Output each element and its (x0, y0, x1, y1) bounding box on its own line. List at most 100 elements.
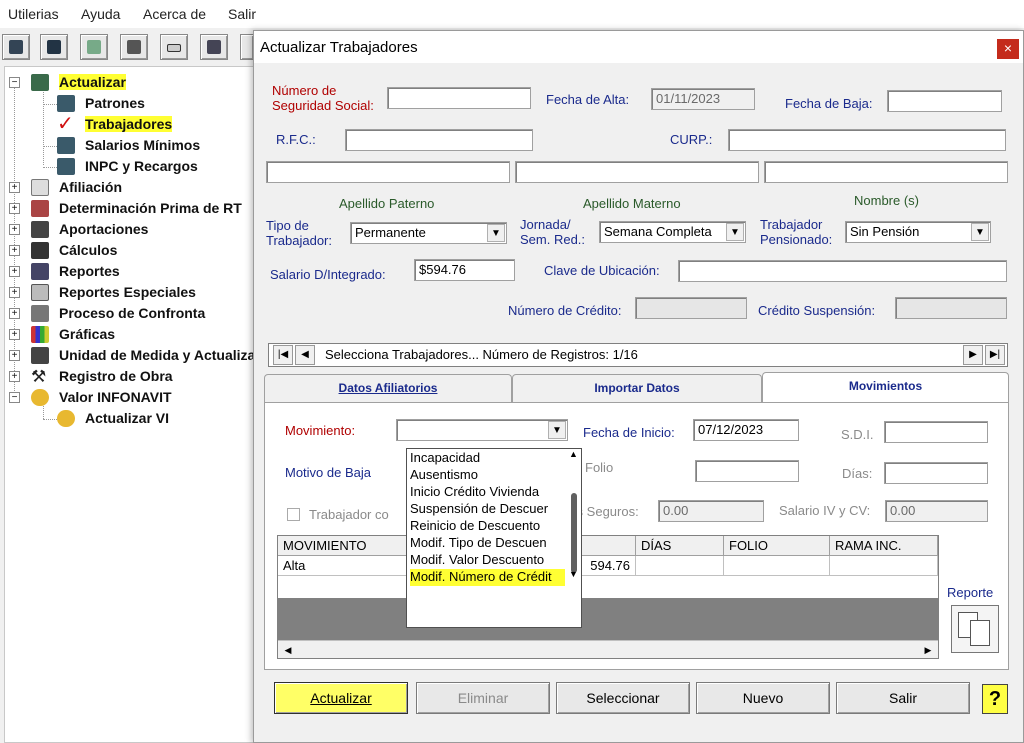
motivo-baja-label: Motivo de Baja (285, 465, 371, 480)
folio-field[interactable] (695, 460, 799, 482)
tab-movimientos[interactable]: Movimientos (762, 372, 1009, 402)
dropdown-option[interactable]: Suspensión de Descuer (410, 501, 565, 518)
fecha-alta-field[interactable]: 01/11/2023 (651, 88, 755, 110)
salario-iv-label: Salario IV y CV: (779, 503, 871, 518)
toolbar-overflow-icon[interactable] (240, 34, 254, 60)
dropdown-option[interactable]: Incapacidad (410, 450, 565, 467)
menu-utilerias[interactable]: Utilerias (8, 6, 59, 22)
apellido-materno-label: Apellido Materno (583, 196, 681, 211)
grid-header[interactable]: FOLIO (724, 536, 830, 556)
fecha-alta-label: Fecha de Alta: (546, 92, 630, 107)
globe-icon[interactable] (80, 34, 108, 60)
menu-bar: Utilerias Ayuda Acerca de Salir (0, 0, 1024, 28)
actualizar-button[interactable]: Actualizar (274, 682, 408, 714)
salario-field[interactable]: $594.76 (414, 259, 515, 281)
scroll-down-icon: ▼ (569, 569, 578, 579)
movimiento-select[interactable]: ▼ (396, 419, 568, 441)
clave-ubicacion-field[interactable] (678, 260, 1007, 282)
sdi-label: S.D.I. (841, 427, 874, 442)
first-record-icon[interactable]: |◀ (273, 345, 293, 365)
dropdown-option[interactable]: Ausentismo (410, 467, 565, 484)
numero-credito-field[interactable] (635, 297, 747, 319)
next-record-icon[interactable]: ▶ (963, 345, 983, 365)
prev-record-icon[interactable]: ◀ (295, 345, 315, 365)
menu-acerca-de[interactable]: Acerca de (143, 6, 206, 22)
coin-icon (57, 410, 75, 427)
chart-icon[interactable] (40, 34, 68, 60)
expand-icon: + (9, 245, 20, 256)
clave-ubicacion-label: Clave de Ubicación: (544, 263, 660, 278)
curp-field[interactable] (728, 129, 1006, 151)
fecha-inicio-field[interactable]: 07/12/2023 (693, 419, 799, 441)
salir-button[interactable]: Salir (836, 682, 970, 714)
movimientos-panel: Movimiento: ▼ Fecha de Inicio: 07/12/202… (264, 402, 1009, 670)
employers-icon (57, 95, 75, 112)
chevron-down-icon: ▼ (726, 223, 744, 241)
navigation-tree: − Actualizar Patrones ✓ Trabajadores Sal… (4, 66, 256, 743)
bar-chart-icon (31, 326, 49, 343)
grid-header[interactable]: DÍAS (636, 536, 724, 556)
dias-field[interactable] (884, 462, 988, 484)
apellido-paterno-field[interactable] (266, 161, 510, 183)
fecha-baja-field[interactable] (887, 90, 1002, 112)
compare-icon (31, 305, 49, 322)
grid-cell[interactable] (636, 556, 724, 576)
actualizar-trabajadores-dialog: Actualizar Trabajadores × Número de Segu… (253, 30, 1024, 743)
print-icon[interactable] (200, 34, 228, 60)
help-icon[interactable]: ? (982, 684, 1008, 714)
tab-datos-afiliatorios[interactable]: Datos Afiliatorios (264, 374, 512, 402)
save-icon[interactable] (120, 34, 148, 60)
dropdown-scrollbar[interactable]: ▲ ▼ (567, 449, 581, 627)
nombre-field[interactable] (764, 161, 1008, 183)
dropdown-option-selected[interactable]: Modif. Número de Crédit (410, 569, 565, 586)
grid-horizontal-scrollbar[interactable]: ◀ ▶ (278, 640, 938, 658)
menu-ayuda[interactable]: Ayuda (81, 6, 120, 22)
grid-header[interactable]: MOVIMIENTO (278, 536, 409, 556)
chevron-down-icon: ▼ (487, 224, 505, 242)
dias-label: Días: (842, 466, 873, 481)
eraser-icon[interactable] (160, 34, 188, 60)
grid-cell[interactable] (830, 556, 938, 576)
grid-cell[interactable]: Alta (278, 556, 409, 576)
trabajador-checkbox[interactable] (287, 508, 300, 521)
dialog-title: Actualizar Trabajadores (260, 39, 418, 56)
close-icon[interactable]: × (997, 39, 1019, 59)
dropdown-option[interactable]: Reinicio de Descuento (410, 518, 565, 535)
otros-seguros-field[interactable]: 0.00 (658, 500, 764, 522)
dropdown-option[interactable]: Inicio Crédito Vivienda (410, 484, 565, 501)
sdi-field[interactable] (884, 421, 988, 443)
rfc-field[interactable] (345, 129, 533, 151)
credito-suspension-field[interactable] (895, 297, 1007, 319)
expand-icon: + (9, 329, 20, 340)
search-icon[interactable] (2, 34, 30, 60)
folio-label: Folio (585, 460, 614, 475)
numero-credito-label: Número de Crédito: (508, 303, 622, 318)
navigator-text: Selecciona Trabajadores... Número de Reg… (325, 347, 638, 362)
expand-icon: + (9, 224, 20, 235)
report-icon[interactable] (951, 605, 999, 653)
pensionado-label: Trabajador Pensionado: (760, 217, 833, 247)
nuevo-button[interactable]: Nuevo (696, 682, 830, 714)
salario-iv-field[interactable]: 0.00 (885, 500, 988, 522)
toolbar (0, 30, 260, 64)
jornada-select[interactable]: Semana Completa ▼ (599, 221, 746, 243)
apellido-materno-field[interactable] (515, 161, 759, 183)
dropdown-option[interactable]: Modif. Tipo de Descuen (410, 535, 565, 552)
last-record-icon[interactable]: ▶| (985, 345, 1005, 365)
tools-icon: ⚒ (31, 367, 47, 386)
grid-header[interactable]: RAMA INC. (830, 536, 938, 556)
money-icon (31, 221, 49, 238)
tipo-trabajador-select[interactable]: Permanente ▼ (350, 222, 507, 244)
menu-salir[interactable]: Salir (228, 6, 256, 22)
dropdown-option[interactable]: Modif. Valor Descuento (410, 552, 565, 569)
pensionado-select[interactable]: Sin Pensión ▼ (845, 221, 991, 243)
tipo-trabajador-label: Tipo de Trabajador: (266, 218, 332, 248)
eliminar-button[interactable]: Eliminar (416, 682, 550, 714)
nss-field[interactable]: 0140 02 7129 1 (387, 87, 531, 109)
tree-node-actualizar[interactable]: − Actualizar (9, 73, 249, 93)
expand-icon: + (9, 287, 20, 298)
seleccionar-button[interactable]: Seleccionar (556, 682, 690, 714)
tab-importar-datos[interactable]: Importar Datos (512, 374, 762, 402)
collapse-icon: − (9, 77, 20, 88)
grid-cell[interactable] (724, 556, 830, 576)
